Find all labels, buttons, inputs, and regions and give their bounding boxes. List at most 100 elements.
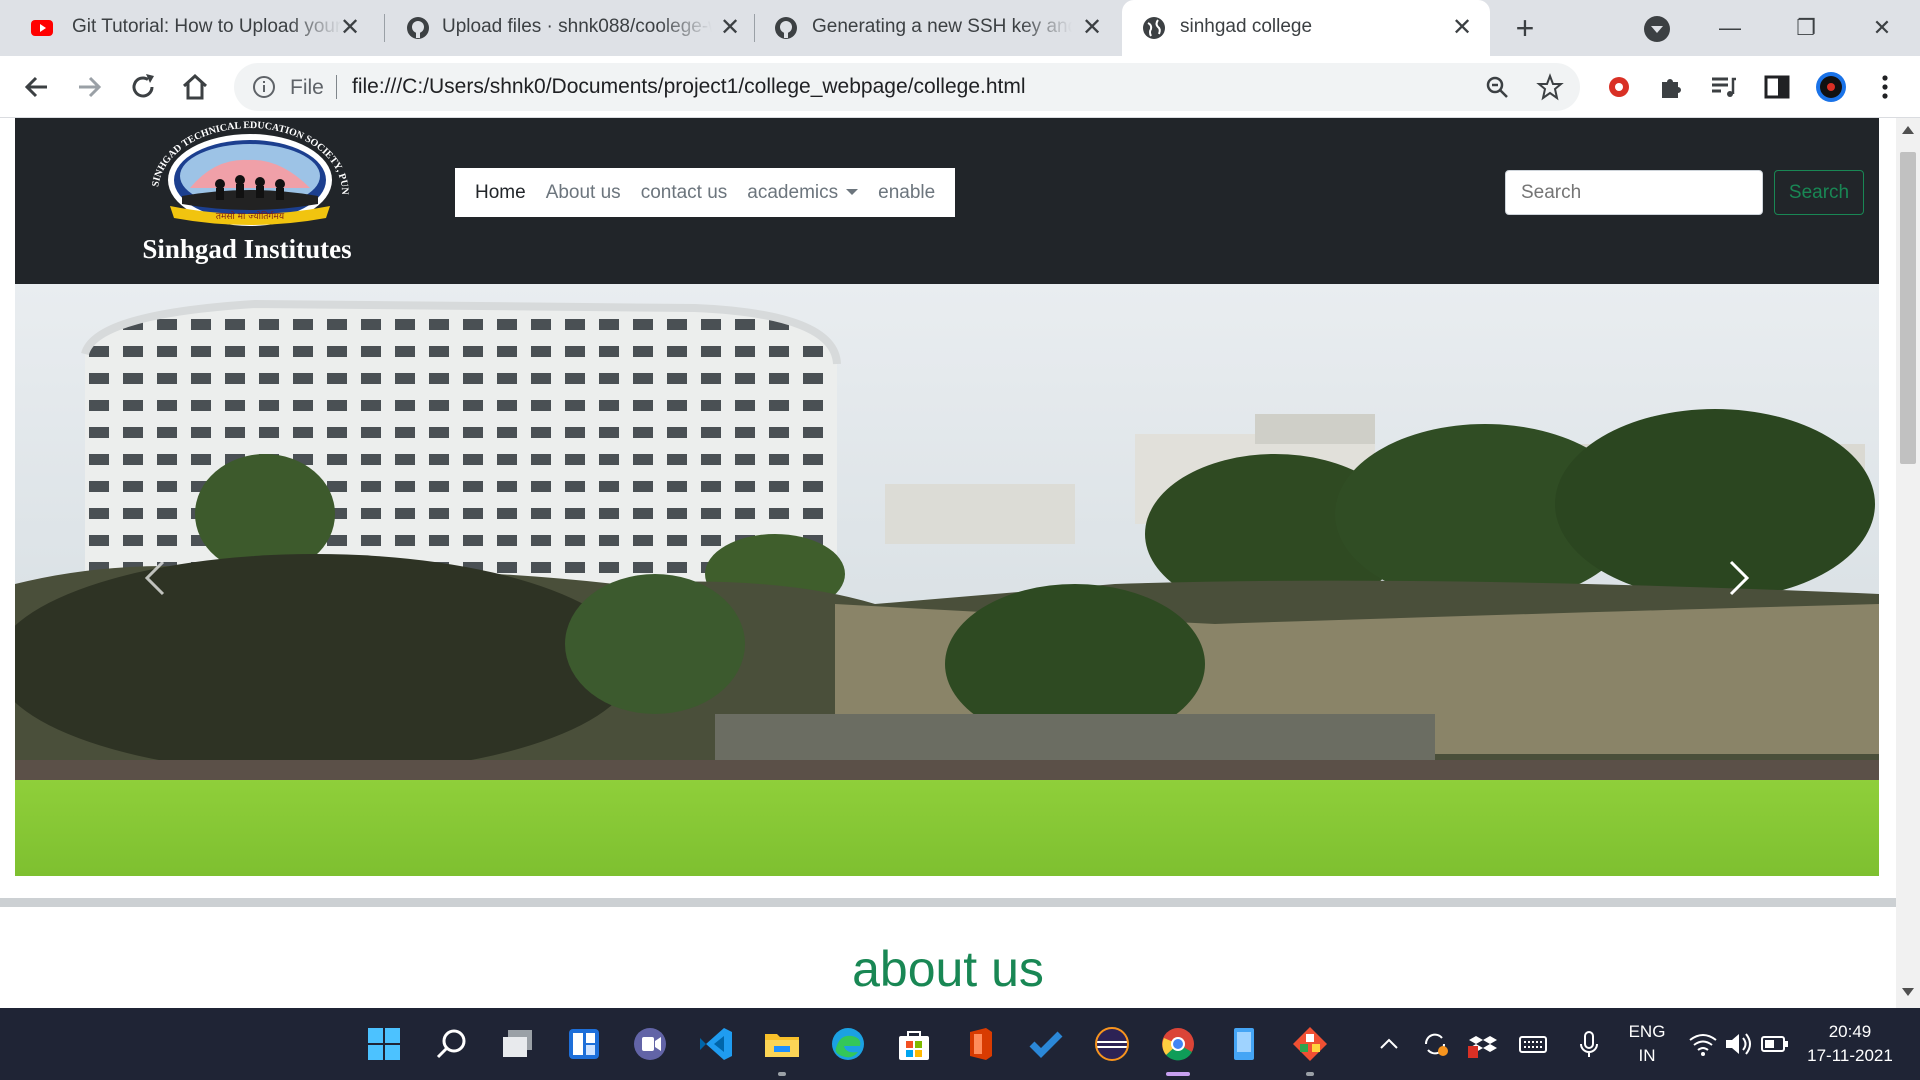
- globe-icon: [1143, 17, 1165, 39]
- dropbox-icon[interactable]: [1466, 1024, 1500, 1064]
- nav-about-us[interactable]: About us: [536, 182, 631, 204]
- nav-contact-us[interactable]: contact us: [631, 182, 738, 204]
- sinhgad-emblem: SINHGAD TECHNICAL EDUCATION SOCIETY, PUN…: [127, 118, 350, 226]
- tab-upload-files[interactable]: Upload files · shnk088/coolege-w ✕: [390, 0, 758, 56]
- menu-kebab-icon[interactable]: [1868, 70, 1902, 104]
- running-indicator: [778, 1072, 786, 1076]
- todo-icon[interactable]: [1026, 1024, 1066, 1064]
- page-scrollbar[interactable]: [1896, 118, 1920, 1008]
- clock-time: 20:49: [1828, 1022, 1872, 1041]
- back-icon[interactable]: [20, 70, 54, 104]
- tab-title: Git Tutorial: How to Upload your: [72, 16, 342, 37]
- record-extension-icon[interactable]: [1602, 70, 1636, 104]
- logo-name: Sinhgad Institutes: [142, 234, 352, 264]
- file-explorer-icon[interactable]: [762, 1024, 802, 1064]
- forward-icon[interactable]: [72, 70, 106, 104]
- keyboard-icon[interactable]: [1516, 1024, 1550, 1064]
- store-icon[interactable]: [894, 1024, 934, 1064]
- url-scheme: File: [290, 76, 324, 99]
- home-icon[interactable]: [178, 70, 212, 104]
- tab-strip: Git Tutorial: How to Upload your ✕ Uploa…: [0, 0, 1920, 56]
- sync-icon[interactable]: [1418, 1024, 1452, 1064]
- emblem-motto: तमसो मा ज्योतिर्गमय: [216, 210, 285, 222]
- close-window-icon[interactable]: ✕: [1862, 8, 1902, 48]
- region-code: IN: [1638, 1046, 1656, 1065]
- extensions-icon[interactable]: [1654, 70, 1688, 104]
- nav-academics-dropdown[interactable]: academics: [737, 182, 868, 204]
- github-icon: [407, 17, 429, 39]
- tab-title: sinhgad college: [1180, 16, 1313, 37]
- carousel-next-icon[interactable]: [1719, 548, 1759, 608]
- media-control-icon[interactable]: [1706, 70, 1740, 104]
- page-viewport: SINHGAD TECHNICAL EDUCATION SOCIETY, PUN…: [0, 118, 1896, 1008]
- nav-home[interactable]: Home: [465, 182, 536, 204]
- office-icon[interactable]: [960, 1024, 1000, 1064]
- section-divider: [0, 898, 1896, 907]
- running-indicator: [1306, 1072, 1314, 1076]
- tab-separator: [384, 14, 385, 42]
- chrome-icon[interactable]: [1158, 1024, 1198, 1064]
- tab-separator: [754, 14, 755, 42]
- scroll-down-icon[interactable]: [1902, 988, 1914, 996]
- microphone-icon[interactable]: [1572, 1024, 1606, 1064]
- vscode-icon[interactable]: [696, 1024, 736, 1064]
- git-icon[interactable]: [1290, 1024, 1330, 1064]
- tab-git-tutorial[interactable]: Git Tutorial: How to Upload your ✕: [0, 0, 378, 56]
- profile-avatar[interactable]: [1814, 70, 1848, 104]
- clock-date: 17-11-2021: [1807, 1046, 1893, 1065]
- address-bar[interactable]: File file:///C:/Users/shnk0/Documents/pr…: [234, 63, 1580, 111]
- site-search-input[interactable]: [1505, 170, 1763, 215]
- volume-icon[interactable]: [1722, 1024, 1756, 1064]
- chevron-up-icon[interactable]: [1374, 1024, 1404, 1064]
- url-text[interactable]: file:///C:/Users/shnk0/Documents/project…: [352, 75, 1026, 99]
- teams-icon[interactable]: [630, 1024, 670, 1064]
- windows-taskbar: ENG IN 20:49 17-11-2021: [0, 1008, 1920, 1080]
- bookmark-star-icon[interactable]: [1536, 73, 1564, 101]
- tab-title: Generating a new SSH key and a: [812, 16, 1072, 37]
- close-tab-icon[interactable]: ✕: [716, 14, 744, 42]
- site-search-button[interactable]: Search: [1774, 170, 1864, 215]
- github-icon: [775, 17, 797, 39]
- info-icon[interactable]: [252, 75, 276, 99]
- restore-icon[interactable]: ❐: [1786, 8, 1826, 48]
- side-panel-icon[interactable]: [1760, 70, 1794, 104]
- nav-enable[interactable]: enable: [868, 182, 945, 204]
- battery-icon[interactable]: [1758, 1024, 1792, 1064]
- nav-academics-label: academics: [747, 181, 839, 203]
- minimize-icon[interactable]: —: [1710, 8, 1750, 48]
- close-tab-icon[interactable]: ✕: [1448, 14, 1476, 42]
- language-indicator[interactable]: ENG IN: [1626, 1022, 1668, 1066]
- edge-icon[interactable]: [828, 1024, 868, 1064]
- new-tab-button[interactable]: +: [1508, 12, 1542, 46]
- chevron-down-icon: [846, 189, 859, 196]
- search-icon[interactable]: [432, 1024, 472, 1064]
- language-code: ENG: [1628, 1022, 1666, 1041]
- close-tab-icon[interactable]: ✕: [336, 14, 364, 42]
- widgets-icon[interactable]: [564, 1024, 604, 1064]
- close-tab-icon[interactable]: ✕: [1078, 14, 1106, 42]
- scroll-thumb[interactable]: [1900, 152, 1916, 464]
- clock[interactable]: 20:49 17-11-2021: [1800, 1022, 1900, 1066]
- task-view-icon[interactable]: [498, 1024, 538, 1064]
- notepad-icon[interactable]: [1224, 1024, 1264, 1064]
- start-icon[interactable]: [364, 1024, 404, 1064]
- tab-title: Upload files · shnk088/coolege-w: [442, 16, 712, 37]
- tab-search-icon[interactable]: [1644, 16, 1670, 42]
- scroll-up-icon[interactable]: [1902, 126, 1914, 134]
- campus-carousel: [15, 284, 1879, 876]
- site-navbar: SINHGAD TECHNICAL EDUCATION SOCIETY, PUN…: [15, 118, 1879, 284]
- tab-ssh-key[interactable]: Generating a new SSH key and a ✕: [760, 0, 1120, 56]
- eclipse-icon[interactable]: [1092, 1024, 1132, 1064]
- browser-toolbar: File file:///C:/Users/shnk0/Documents/pr…: [0, 56, 1920, 118]
- reload-icon[interactable]: [126, 70, 160, 104]
- scheme-divider: [336, 75, 337, 99]
- wifi-icon[interactable]: [1686, 1024, 1720, 1064]
- about-us-heading: about us: [852, 941, 1044, 997]
- main-menu: Home About us contact us academics enabl…: [455, 168, 956, 217]
- zoom-icon[interactable]: [1484, 74, 1510, 100]
- youtube-icon: [31, 20, 53, 36]
- carousel-prev-icon[interactable]: [135, 548, 175, 608]
- site-logo[interactable]: SINHGAD TECHNICAL EDUCATION SOCIETY, PUN…: [127, 118, 370, 284]
- tab-sinhgad-college[interactable]: sinhgad college ✕: [1122, 0, 1490, 56]
- active-indicator: [1166, 1072, 1190, 1076]
